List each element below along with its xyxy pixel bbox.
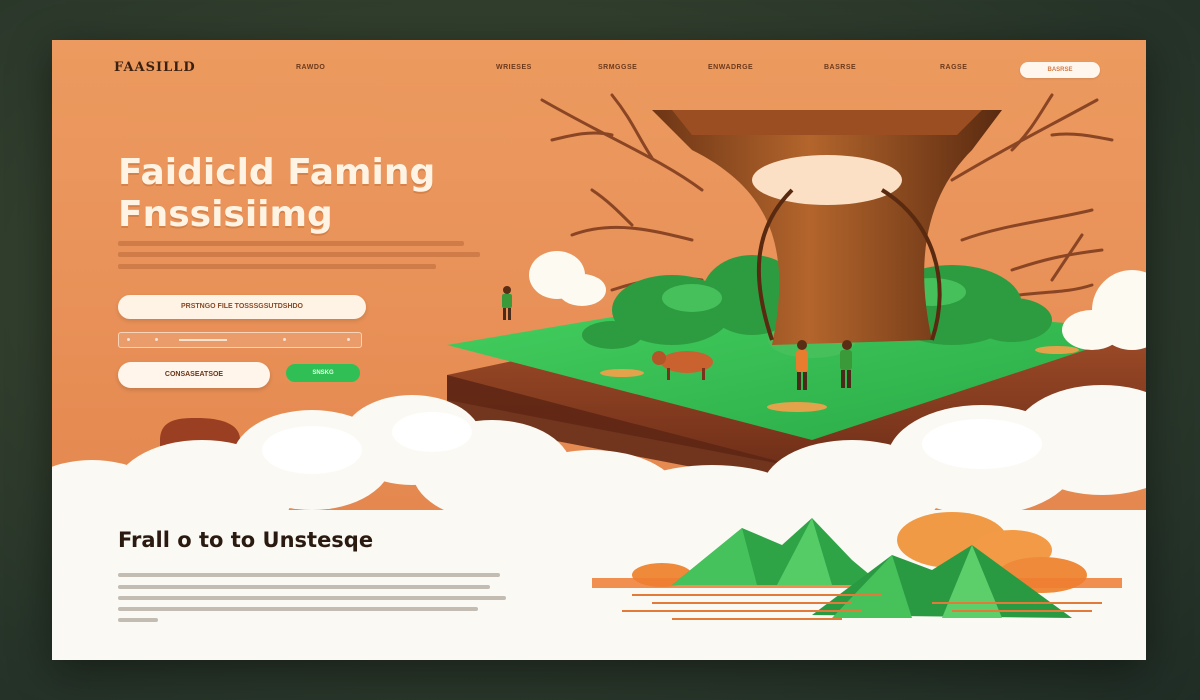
mountain-illustration — [592, 512, 1122, 620]
page-frame: FAASILLD RAWDO WRIESES SRMGGSE ENWADRGE … — [52, 40, 1146, 660]
